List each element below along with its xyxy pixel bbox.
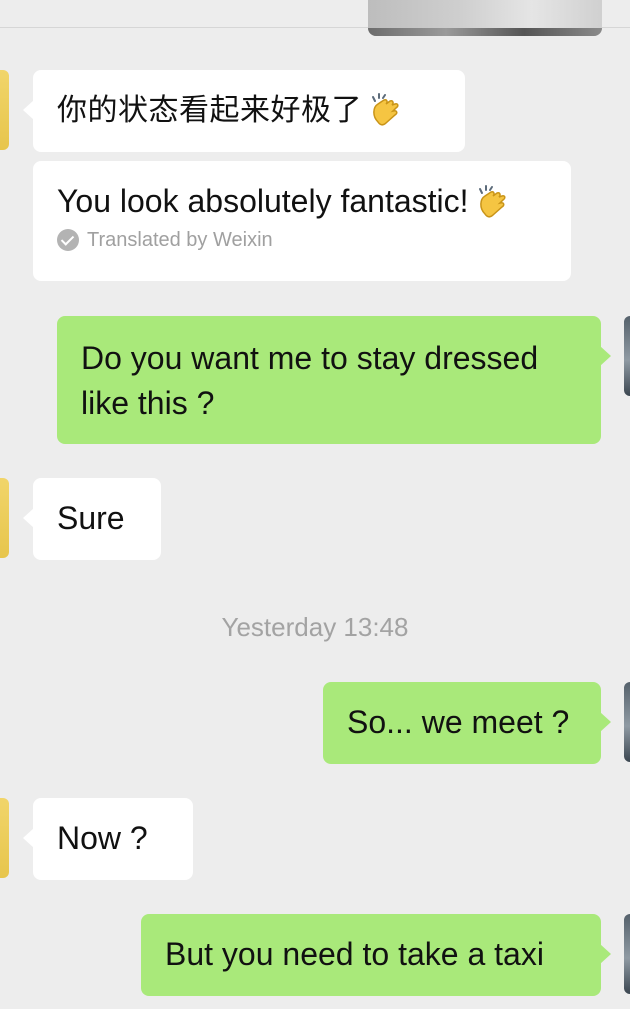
my-avatar[interactable]	[624, 316, 630, 396]
contact-avatar[interactable]	[0, 478, 9, 558]
contact-avatar[interactable]	[0, 70, 9, 150]
message-text: You look absolutely fantastic!	[57, 179, 547, 224]
translated-text: You look absolutely fantastic!	[57, 183, 469, 219]
my-avatar[interactable]	[624, 914, 630, 994]
message-bubble-incoming[interactable]: Sure	[23, 478, 161, 560]
image-message-thumbnail[interactable]	[368, 0, 602, 36]
translation-bubble[interactable]: You look absolutely fantastic! Translate…	[33, 161, 571, 281]
message-bubble-outgoing[interactable]: Do you want me to stay dressed like this…	[57, 316, 611, 444]
chat-timestamp: Yesterday 13:48	[221, 612, 409, 642]
contact-avatar[interactable]	[0, 798, 9, 878]
translation-source: Translated by Weixin	[87, 229, 273, 251]
translation-label: Translated by Weixin	[57, 226, 547, 254]
message-text: Sure	[57, 500, 125, 536]
check-circle-icon	[57, 229, 79, 251]
message-bubble-incoming[interactable]: 你的状态看起来好极了	[23, 70, 465, 152]
clapping-hands-icon	[478, 184, 506, 218]
clapping-hands-icon	[372, 92, 399, 126]
message-bubble-outgoing[interactable]: But you need to take a taxi	[141, 914, 611, 996]
message-text-content: 你的状态看起来好极了	[57, 93, 362, 128]
message-text: 你的状态看起来好极了	[57, 88, 441, 133]
message-bubble-outgoing[interactable]: So... we meet ?	[323, 682, 611, 764]
message-text: But you need to take a taxi	[165, 936, 544, 972]
my-avatar[interactable]	[624, 682, 630, 762]
message-bubble-incoming[interactable]: Now ?	[23, 798, 193, 880]
message-text: So... we meet ?	[347, 704, 570, 740]
message-text: Now ?	[57, 820, 148, 856]
message-text: Do you want me to stay dressed like this…	[81, 340, 539, 421]
